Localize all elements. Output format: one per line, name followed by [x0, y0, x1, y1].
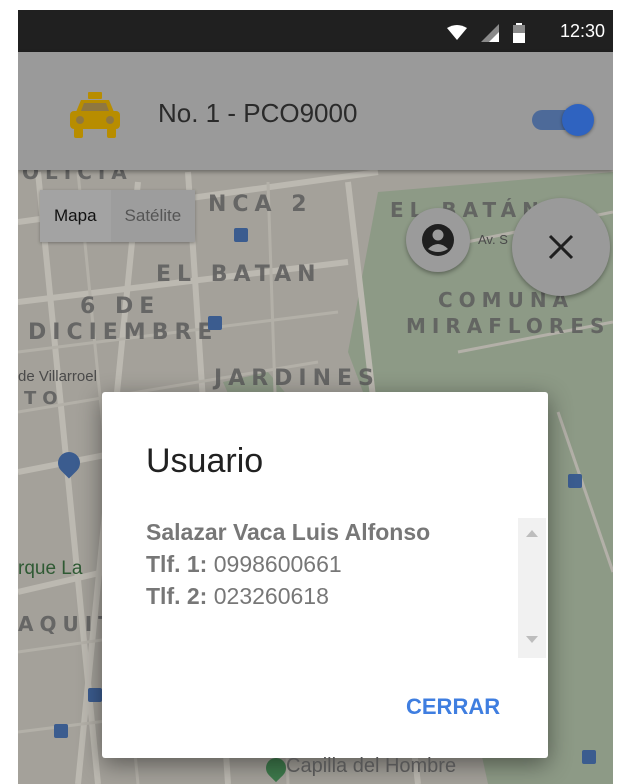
app-bar: No. 1 - PCO9000: [18, 52, 613, 170]
phone-2-row: Tlf. 2: 023260618: [146, 580, 506, 612]
phone-screen: OLICIA NCA 2 EL BATÁN EL BATAN 6 DE DICI…: [18, 10, 613, 784]
map-label-av: Av. S: [478, 232, 508, 247]
user-info-button[interactable]: [406, 208, 470, 272]
wifi-icon: [447, 25, 467, 40]
status-bar: 12:30: [18, 10, 613, 52]
vehicle-title: No. 1 - PCO9000: [158, 98, 358, 128]
phone-2-value: 023260618: [213, 583, 329, 609]
close-map-button[interactable]: [512, 198, 610, 296]
taxi-icon: [70, 92, 120, 138]
map-label-villarroel: de Villarroel: [18, 368, 97, 385]
phone-1-value: 0998600661: [213, 551, 342, 577]
bus-stop-icon: [208, 316, 222, 330]
map-label-diciembre: DICIEMBRE: [28, 320, 219, 345]
dialog-scrollbar[interactable]: [518, 518, 546, 658]
frame-left: [0, 0, 18, 784]
account-circle-icon: [422, 224, 454, 256]
map-label-rque-la: rque La: [18, 558, 83, 579]
scroll-up-arrow-icon[interactable]: [526, 530, 538, 537]
phone-1-row: Tlf. 1: 0998600661: [146, 548, 506, 580]
bus-stop-icon: [234, 228, 248, 242]
close-icon: [548, 234, 574, 260]
signal-icon: [481, 24, 499, 42]
phone-1-label: Tlf. 1:: [146, 551, 208, 577]
status-time: 12:30: [559, 21, 605, 41]
map-type-mapa-button[interactable]: Mapa: [40, 190, 111, 242]
map-type-control: Mapa Satélite: [40, 190, 196, 242]
frame-right: [613, 0, 623, 784]
bus-stop-icon: [54, 724, 68, 738]
bus-stop-icon: [582, 750, 596, 764]
user-dialog: Usuario Salazar Vaca Luis Alfonso Tlf. 1…: [102, 392, 548, 758]
availability-toggle[interactable]: [526, 104, 594, 136]
bus-stop-icon: [568, 474, 582, 488]
bus-stop-icon: [88, 688, 102, 702]
map-label-jardines: JARDINES: [214, 366, 380, 391]
scroll-down-arrow-icon[interactable]: [526, 636, 538, 643]
phone-2-label: Tlf. 2:: [146, 583, 208, 609]
map-label-6-de: 6 DE: [80, 294, 161, 319]
user-name: Salazar Vaca Luis Alfonso: [146, 519, 431, 545]
map-label-miraflores: MIRAFLORES: [406, 314, 611, 338]
battery-icon: [513, 23, 525, 43]
map-label-nca: NCA 2: [208, 192, 313, 217]
close-dialog-button[interactable]: CERRAR: [406, 694, 500, 720]
map-label-el-batan: EL BATAN: [156, 262, 322, 287]
map-label-to: TO: [24, 388, 64, 409]
dialog-body: Salazar Vaca Luis Alfonso Tlf. 1: 099860…: [146, 516, 506, 612]
toggle-thumb: [562, 104, 594, 136]
map-label-capilla: Capilla del Hombre: [286, 755, 457, 777]
dialog-title: Usuario: [146, 442, 264, 480]
map-type-satellite-button[interactable]: Satélite: [111, 190, 196, 242]
